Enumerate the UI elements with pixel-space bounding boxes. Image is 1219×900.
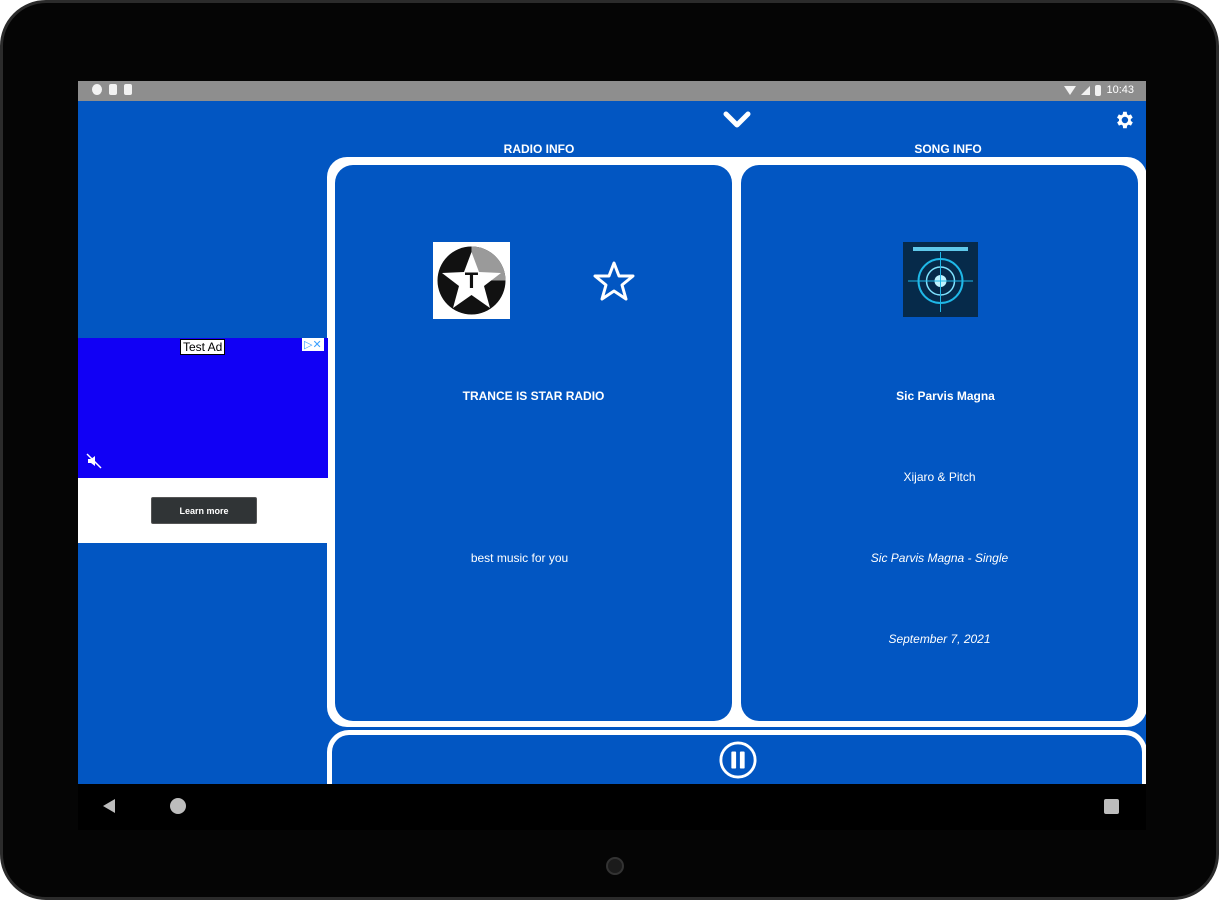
radio-logo-letter: T	[465, 268, 479, 293]
song-date: September 7, 2021	[888, 632, 991, 646]
radio-info-card: T TRANCE IS STAR RADIO best music for yo…	[335, 165, 732, 721]
test-ad-banner[interactable]: Test Ad ▷✕ Learn more	[78, 338, 328, 543]
status-notifications	[92, 84, 132, 95]
tablet-frame: 10:43 RADIO INFO SONG INFO T TRANCE IS S…	[0, 0, 1219, 900]
chevron-down-icon[interactable]	[722, 110, 752, 130]
radio-description: best music for you	[470, 551, 569, 565]
ad-creative[interactable]	[78, 338, 328, 478]
home-icon[interactable]	[170, 798, 186, 814]
album-cover	[903, 242, 978, 317]
song-artist: Xijaro & Pitch	[903, 470, 976, 484]
app-screen: 10:43 RADIO INFO SONG INFO T TRANCE IS S…	[78, 81, 1146, 784]
status-system: 10:43	[1064, 84, 1134, 96]
song-album: Sic Parvis Magna - Single	[870, 551, 1009, 565]
cell-signal-icon	[1081, 85, 1091, 95]
star-outline-icon[interactable]	[592, 259, 636, 303]
player-bar	[327, 730, 1146, 784]
radio-logo-image: T	[437, 246, 506, 315]
battery-icon	[1095, 84, 1102, 96]
recent-apps-icon[interactable]	[1104, 799, 1119, 814]
status-bar: 10:43	[78, 81, 1146, 101]
ad-choices-icon[interactable]: ▷✕	[302, 338, 324, 351]
album-cover-art	[903, 242, 978, 317]
learn-more-button[interactable]: Learn more	[151, 497, 257, 524]
ad-label: Test Ad	[180, 339, 226, 355]
song-info-heading: SONG INFO	[914, 142, 982, 156]
radio-info-heading: RADIO INFO	[503, 142, 575, 156]
notification-icon	[92, 84, 102, 95]
back-icon[interactable]	[103, 799, 115, 813]
pause-icon[interactable]	[719, 741, 757, 779]
gear-icon[interactable]	[1113, 109, 1135, 131]
wifi-icon	[1064, 85, 1077, 95]
mute-icon[interactable]	[86, 453, 102, 469]
sd-card-icon	[124, 84, 132, 95]
system-navigation-bar	[78, 784, 1146, 830]
front-camera	[606, 857, 624, 875]
song-title: Sic Parvis Magna	[896, 389, 995, 403]
notification-icon-2	[109, 84, 117, 95]
song-info-card: Sic Parvis Magna Xijaro & Pitch Sic Parv…	[741, 165, 1138, 721]
status-time: 10:43	[1106, 84, 1134, 96]
radio-logo: T	[433, 242, 510, 319]
radio-name: TRANCE IS STAR RADIO	[462, 389, 605, 403]
